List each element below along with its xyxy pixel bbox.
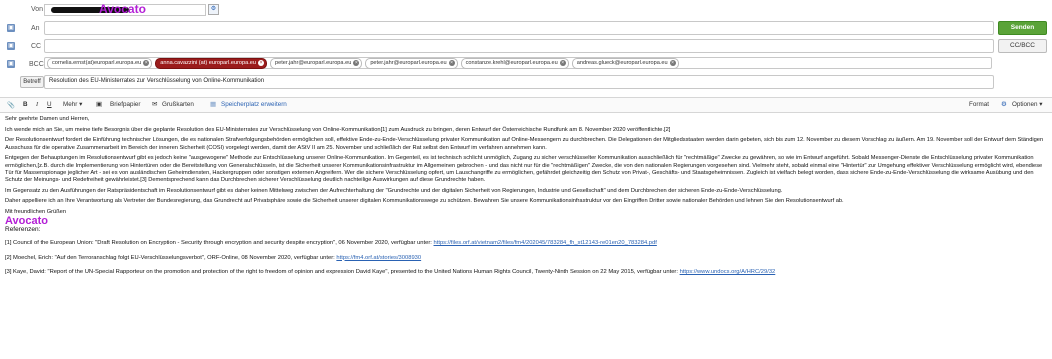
paragraph: Entgegen der Behauptungen im Resolutions…	[5, 155, 1043, 183]
references-label: Referenzen:	[5, 226, 41, 234]
closing: Mit freundlichen Grüßen	[5, 209, 67, 216]
recipient-chip[interactable]: peter.jahr@europarl.europa.eu ×	[365, 57, 458, 69]
more-menu[interactable]: Mehr ▾	[63, 101, 82, 108]
recipient-chip[interactable]: constanze.krehl@europarl.europa.eu ×	[460, 57, 569, 69]
recipient-chip[interactable]: peter.jahr@europarl.europa.eu ×	[270, 57, 363, 69]
options-icon: ⚙	[1001, 101, 1007, 108]
reference-link[interactable]: https://www.undocs.org/A/HRC/29/32	[680, 269, 776, 275]
cc-label: CC	[31, 43, 42, 50]
address-book-icon[interactable]: ▣	[7, 24, 15, 32]
attachment-icon[interactable]: 📎	[7, 101, 15, 109]
recipient-chip-selected[interactable]: anna.cavazzini (at) europarl.europa.eu ×	[155, 57, 268, 69]
send-button[interactable]: Senden	[998, 21, 1047, 35]
reference-link[interactable]: https://fm4.orf.at/stories/3008930	[336, 255, 421, 261]
letter-paper-button[interactable]: Briefpapier	[110, 101, 140, 108]
recipient-chip[interactable]: cornelia.ernst(at)europarl.europa.eu ×	[47, 57, 153, 69]
remove-icon[interactable]: ×	[448, 60, 455, 66]
from-select[interactable]: Avocato	[44, 2, 206, 16]
signature-name: Avocato	[5, 215, 48, 228]
cc-field[interactable]	[44, 39, 994, 53]
letter-paper-icon[interactable]: ▣	[96, 101, 102, 108]
subject-row: Betreff Resolution des EU-Ministerrates …	[0, 75, 1052, 89]
to-row: ▣ An Senden	[0, 21, 1052, 35]
greeting: Sehr geehrte Damen und Herren,	[5, 116, 90, 122]
remove-icon[interactable]: ×	[143, 60, 150, 66]
options-button[interactable]: Optionen ▾	[1012, 101, 1042, 108]
bcc-label: BCC	[29, 61, 44, 68]
subject-button[interactable]: Betreff	[20, 76, 44, 88]
address-book-icon[interactable]: ▣	[7, 60, 15, 68]
remove-icon[interactable]: ×	[258, 60, 265, 66]
from-row: Von Avocato ⚙	[0, 2, 1052, 16]
cc-row: ▣ CC CC/BCC	[0, 39, 1052, 53]
reference-item: [2] Moechel, Erich: "Auf den Terroransch…	[5, 254, 422, 261]
cc-bcc-button[interactable]: CC/BCC	[998, 39, 1047, 53]
greeting-cards-button[interactable]: Grußkarten	[162, 101, 194, 108]
reference-link[interactable]: https://files.orf.at/vietnam2/files/fm4/…	[434, 240, 657, 246]
from-name-overlay: Avocato	[99, 2, 146, 16]
subject-field[interactable]: Resolution des EU-Ministerrates zur Vers…	[44, 75, 994, 89]
paragraph: Ich wende mich an Sie, um meine tiefe Be…	[5, 126, 671, 133]
format-toolbar: 📎 B I U Mehr ▾ ▣ Briefpapier ✉ Grußkarte…	[0, 97, 1052, 113]
storage-link[interactable]: Speicherplatz erweitern	[221, 101, 287, 108]
to-field[interactable]	[44, 21, 994, 35]
greeting-card-icon[interactable]: ✉	[152, 101, 157, 108]
remove-icon[interactable]: ×	[669, 60, 676, 66]
to-label: An	[31, 25, 40, 32]
message-body[interactable]: Sehr geehrte Damen und Herren, Ich wende…	[5, 116, 1045, 276]
bcc-row: ▣ BCC cornelia.ernst(at)europarl.europa.…	[0, 57, 1052, 71]
from-label: Von	[31, 6, 44, 13]
recipient-chip[interactable]: andreas.glueck@europarl.europa.eu ×	[571, 57, 679, 69]
bcc-field[interactable]: cornelia.ernst(at)europarl.europa.eu × an…	[44, 57, 992, 69]
underline-icon[interactable]: U	[47, 101, 52, 108]
remove-icon[interactable]: ×	[559, 60, 566, 66]
subject-value: Resolution des EU-Ministerrates zur Vers…	[49, 78, 265, 84]
italic-icon[interactable]: I	[36, 101, 38, 108]
paragraph: Der Resolutionsentwurf fordert die Einfü…	[5, 137, 1044, 151]
remove-icon[interactable]: ×	[353, 60, 360, 66]
settings-wrench-icon[interactable]: ⚙	[208, 4, 219, 15]
storage-icon: ▦	[210, 101, 216, 108]
reference-item: [3] Kaye, David: "Report of the UN-Speci…	[5, 268, 776, 275]
bold-icon[interactable]: B	[23, 101, 28, 108]
format-button[interactable]: Format	[969, 101, 989, 108]
paragraph: Im Gegensatz zu den Ausführungen der Rat…	[5, 187, 783, 194]
paragraph: Daher appelliere ich an Ihre Verantwortu…	[5, 198, 844, 205]
address-book-icon[interactable]: ▣	[7, 42, 15, 50]
reference-item: [1] Council of the European Union: "Draf…	[5, 240, 657, 247]
